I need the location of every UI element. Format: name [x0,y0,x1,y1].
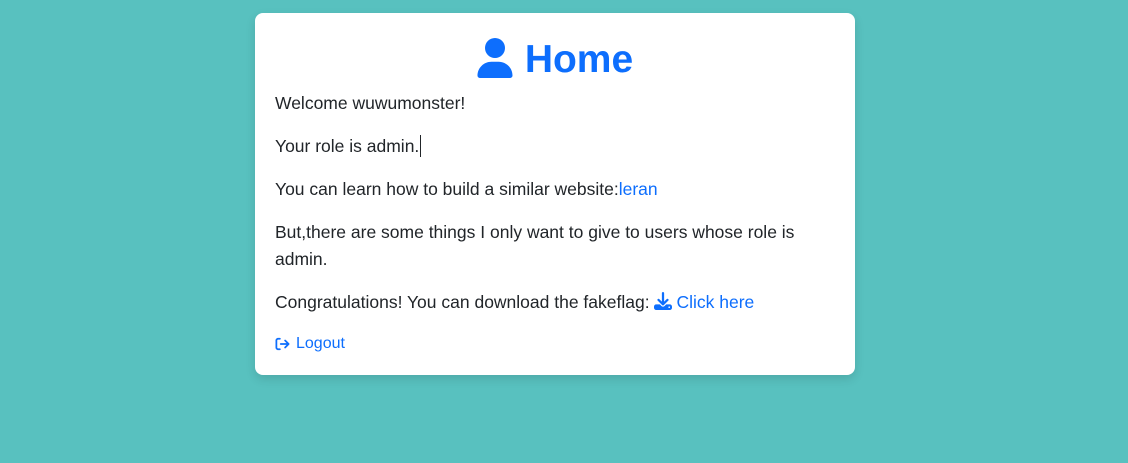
sign-out-icon [275,337,290,351]
role-text-row: Your role is admin. [275,133,422,160]
logout-label: Logout [296,335,345,352]
page-header: Home [275,1,835,90]
learn-text-row: You can learn how to build a similar web… [275,176,658,203]
learn-text: You can learn how to build a similar web… [275,179,619,199]
logout-button[interactable]: Logout [275,332,345,356]
user-icon [477,37,513,78]
download-link[interactable]: Click here [654,292,754,312]
text-cursor [420,135,422,157]
download-text: Congratulations! You can download the fa… [275,292,655,312]
admin-note-text: But,there are some things I only want to… [275,222,795,269]
learn-link[interactable]: leran [619,179,658,199]
download-link-label: Click here [676,292,755,312]
page-title: Home [524,37,634,81]
download-text-row: Congratulations! You can download the fa… [275,289,754,316]
download-icon [654,292,673,310]
role-text: Your role is admin. [275,136,420,156]
welcome-text: Welcome wuwumonster! [275,93,466,113]
home-card: Home Welcome wuwumonster! Your role is a… [255,13,855,375]
